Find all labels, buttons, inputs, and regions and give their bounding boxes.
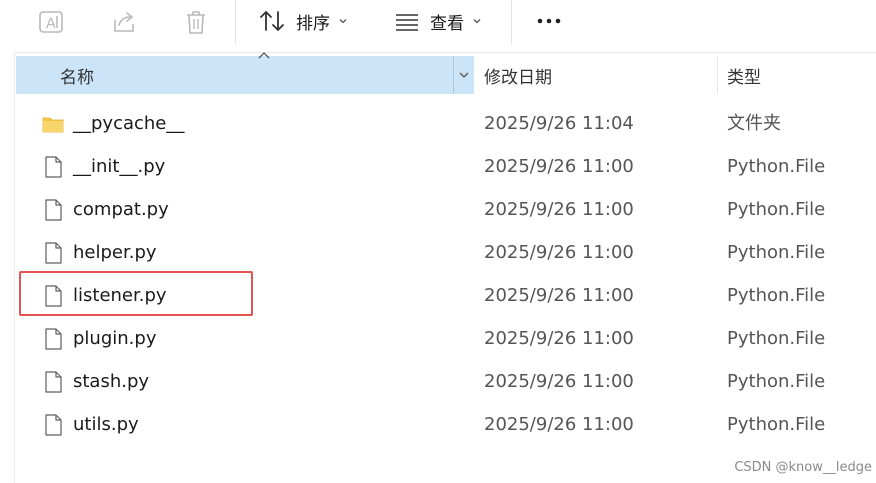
column-header: 名称 修改日期 类型 bbox=[16, 52, 876, 94]
file-name: __pycache__ bbox=[73, 113, 185, 134]
view-label: 查看 bbox=[430, 13, 464, 34]
view-icon bbox=[396, 14, 418, 31]
file-modified-date: 2025/9/26 11:00 bbox=[484, 242, 634, 263]
file-type: Python.File bbox=[727, 285, 826, 306]
file-type: Python.File bbox=[727, 328, 826, 349]
column-separator[interactable] bbox=[717, 56, 718, 94]
folder-icon bbox=[42, 117, 64, 133]
file-row[interactable]: plugin.py 2025/9/26 11:00 Python.File bbox=[16, 317, 876, 360]
file-row[interactable]: __init__.py 2025/9/26 11:00 Python.File bbox=[16, 145, 876, 188]
watermark: CSDN @know__ledge bbox=[734, 460, 872, 475]
file-icon bbox=[45, 328, 62, 350]
column-date-label: 修改日期 bbox=[484, 67, 552, 88]
file-row[interactable]: compat.py 2025/9/26 11:00 Python.File bbox=[16, 188, 876, 231]
file-type: Python.File bbox=[727, 242, 826, 263]
file-modified-date: 2025/9/26 11:00 bbox=[484, 371, 634, 392]
file-icon bbox=[45, 199, 62, 221]
column-name-label: 名称 bbox=[60, 67, 94, 88]
command-bar: A 排序 查看 bbox=[0, 0, 876, 53]
chevron-down-icon bbox=[459, 72, 469, 78]
delete-icon[interactable] bbox=[181, 8, 211, 36]
file-row[interactable]: helper.py 2025/9/26 11:00 Python.File bbox=[16, 231, 876, 274]
more-icon[interactable] bbox=[535, 9, 563, 33]
file-icon bbox=[45, 156, 62, 178]
file-modified-date: 2025/9/26 11:00 bbox=[484, 414, 634, 435]
column-header-date[interactable]: 修改日期 bbox=[484, 56, 714, 94]
file-modified-date: 2025/9/26 11:00 bbox=[484, 328, 634, 349]
file-icon bbox=[45, 371, 62, 393]
sort-label: 排序 bbox=[296, 13, 330, 34]
sort-ascending-icon bbox=[258, 52, 270, 59]
chevron-down-icon bbox=[473, 19, 481, 24]
column-header-name[interactable]: 名称 bbox=[16, 52, 474, 94]
file-row[interactable]: stash.py 2025/9/26 11:00 Python.File bbox=[16, 360, 876, 403]
chevron-down-icon bbox=[339, 19, 347, 24]
view-button[interactable]: 查看 bbox=[394, 6, 482, 36]
toolbar-separator bbox=[511, 0, 512, 44]
sort-button[interactable]: 排序 bbox=[258, 6, 348, 36]
file-icon bbox=[45, 414, 62, 436]
file-name: stash.py bbox=[73, 371, 150, 392]
file-row[interactable]: utils.py 2025/9/26 11:00 Python.File bbox=[16, 403, 876, 446]
file-icon bbox=[45, 242, 62, 264]
rename-icon[interactable]: A bbox=[36, 8, 66, 36]
file-modified-date: 2025/9/26 11:00 bbox=[484, 285, 634, 306]
column-type-label: 类型 bbox=[727, 67, 761, 88]
column-header-type[interactable]: 类型 bbox=[727, 56, 876, 94]
file-name: utils.py bbox=[73, 414, 139, 435]
file-name: compat.py bbox=[73, 199, 169, 220]
file-modified-date: 2025/9/26 11:00 bbox=[484, 156, 634, 177]
file-name: __init__.py bbox=[73, 156, 166, 177]
toolbar-separator bbox=[235, 0, 236, 44]
navigation-pane-edge bbox=[0, 52, 15, 483]
file-type: Python.File bbox=[727, 371, 826, 392]
svg-text:A: A bbox=[46, 16, 56, 32]
file-type: Python.File bbox=[727, 156, 826, 177]
file-name: plugin.py bbox=[73, 328, 157, 349]
column-filter-dropdown[interactable] bbox=[453, 56, 474, 94]
share-icon[interactable] bbox=[109, 8, 139, 36]
file-type: Python.File bbox=[727, 199, 826, 220]
file-modified-date: 2025/9/26 11:00 bbox=[484, 199, 634, 220]
file-type: 文件夹 bbox=[727, 113, 781, 134]
sort-icon bbox=[260, 11, 284, 31]
file-modified-date: 2025/9/26 11:04 bbox=[484, 113, 634, 134]
highlight-annotation-box bbox=[19, 271, 253, 316]
file-type: Python.File bbox=[727, 414, 826, 435]
file-name: helper.py bbox=[73, 242, 157, 263]
file-row[interactable]: __pycache__ 2025/9/26 11:04 文件夹 bbox=[16, 102, 876, 145]
